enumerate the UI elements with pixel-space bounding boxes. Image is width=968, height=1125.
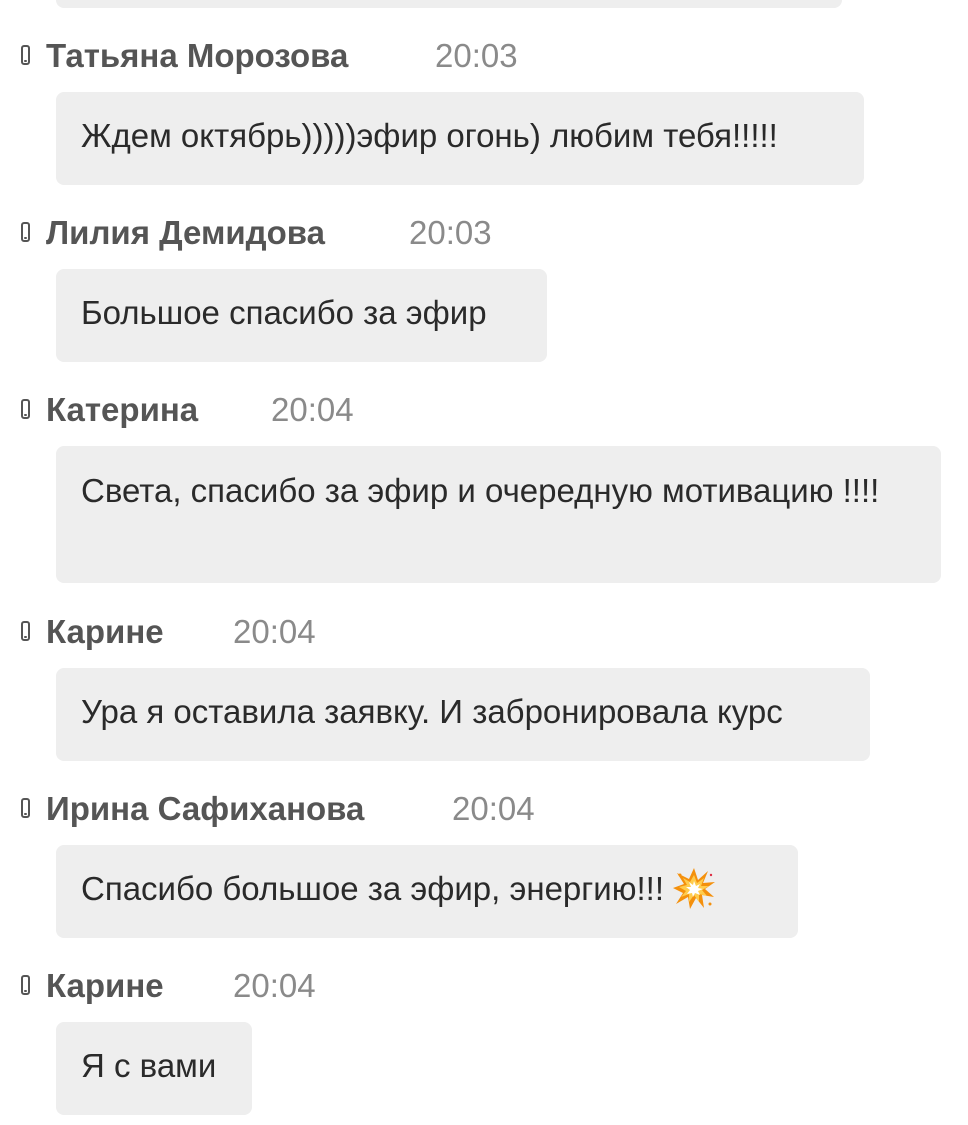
message-time: 20:03	[435, 37, 518, 74]
message-bubble: Большое спасибо за эфир	[56, 269, 547, 362]
message-text: Большое спасибо за эфир	[81, 294, 487, 331]
mobile-phone-icon	[21, 45, 30, 65]
author-name[interactable]: Карине	[46, 613, 164, 651]
message-bubble: Ура я оставила заявку. И забронировала к…	[56, 668, 870, 761]
mobile-phone-icon	[21, 399, 30, 419]
message-time: 20:04	[271, 391, 354, 428]
chat-message: Ирина Сафиханова 20:04 Спасибо большое з…	[0, 786, 968, 938]
message-text: Света, спасибо за эфир и очередную мотив…	[81, 472, 880, 509]
message-text: Я с вами	[81, 1047, 217, 1084]
chat-message: Катерина 20:04 Света, спасибо за эфир и …	[0, 387, 968, 583]
message-bubble: Ждем октябрь)))))эфир огонь) любим тебя!…	[56, 92, 864, 185]
author-name[interactable]: Ирина Сафиханова	[46, 790, 364, 828]
message-text: Спасибо большое за эфир, энергию!!!	[81, 870, 664, 907]
message-bubble: Я с вами	[56, 1022, 252, 1115]
message-header: Татьяна Морозова 20:03	[0, 33, 968, 79]
author-name[interactable]: Карине	[46, 967, 164, 1005]
mobile-phone-icon	[21, 621, 30, 641]
chat-message: Лилия Демидова 20:03 Большое спасибо за …	[0, 210, 968, 362]
message-header: Карине 20:04	[0, 609, 968, 655]
message-text: Ура я оставила заявку. И забронировала к…	[81, 693, 783, 730]
mobile-phone-icon	[21, 975, 30, 995]
message-header: Лилия Демидова 20:03	[0, 210, 968, 256]
message-bubble: Спасибо большое за эфир, энергию!!!	[56, 845, 798, 938]
mobile-phone-icon	[21, 222, 30, 242]
chat-feed: Татьяна Морозова 20:03 Ждем октябрь)))))…	[0, 0, 968, 1125]
message-time: 20:04	[452, 790, 535, 827]
chat-message: Татьяна Морозова 20:03 Ждем октябрь)))))…	[0, 33, 968, 185]
message-header: Катерина 20:04	[0, 387, 968, 433]
chat-message: Карине 20:04 Я с вами	[0, 963, 968, 1115]
chat-message: Карине 20:04 Ура я оставила заявку. И за…	[0, 609, 968, 761]
mobile-phone-icon	[21, 798, 30, 818]
previous-message-bubble	[56, 0, 842, 8]
message-time: 20:04	[233, 967, 316, 1004]
message-text: Ждем октябрь)))))эфир огонь) любим тебя!…	[81, 117, 778, 154]
message-bubble: Света, спасибо за эфир и очередную мотив…	[56, 446, 941, 583]
message-header: Ирина Сафиханова 20:04	[0, 786, 968, 832]
message-time: 20:04	[233, 613, 316, 650]
message-time: 20:03	[409, 214, 492, 251]
collision-emoji-icon	[673, 868, 715, 910]
author-name[interactable]: Лилия Демидова	[46, 214, 325, 252]
message-header: Карине 20:04	[0, 963, 968, 1009]
author-name[interactable]: Катерина	[46, 391, 198, 429]
author-name[interactable]: Татьяна Морозова	[46, 37, 348, 75]
